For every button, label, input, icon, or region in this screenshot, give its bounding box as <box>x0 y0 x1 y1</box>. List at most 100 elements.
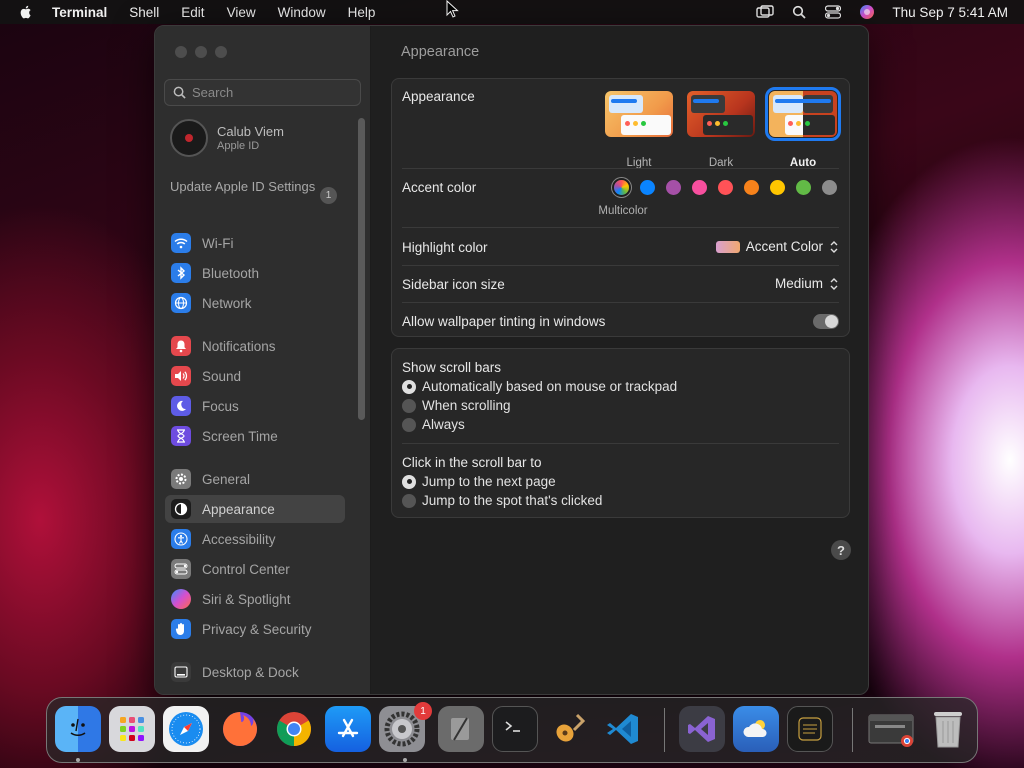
appearance-option-dark[interactable]: Dark <box>687 91 769 169</box>
dock-chrome[interactable] <box>271 706 317 752</box>
menu-clock[interactable]: Thu Sep 7 5:41 AM <box>892 5 1008 20</box>
screen-mirroring-icon[interactable] <box>756 4 775 20</box>
page-title: Appearance <box>401 44 480 60</box>
dock-vscode[interactable] <box>600 706 646 752</box>
accent-orange-swatch[interactable] <box>744 180 759 195</box>
profile-subtitle: Apple ID <box>217 140 260 152</box>
menu-shell[interactable]: Shell <box>129 5 159 20</box>
dock-shortcuts[interactable] <box>787 706 833 752</box>
menu-edit[interactable]: Edit <box>181 5 204 20</box>
sidebar: Calub Viem Apple ID Update Apple ID Sett… <box>155 26 371 694</box>
radio-unselected-icon <box>402 398 416 413</box>
dock-safari[interactable] <box>163 706 209 752</box>
accent-green-swatch[interactable] <box>796 180 811 195</box>
search-field[interactable] <box>164 79 361 106</box>
wallpaper-tinting-toggle[interactable] <box>813 314 839 329</box>
search-input[interactable] <box>192 85 352 100</box>
dock-garageband[interactable] <box>546 706 592 752</box>
sidebar-item-control-center[interactable]: Control Center <box>165 555 345 583</box>
finder-icon <box>70 718 86 737</box>
sidebar-item-focus[interactable]: Focus <box>165 392 345 420</box>
dock-minimized-chrome-window[interactable] <box>867 706 917 752</box>
avatar <box>170 119 208 157</box>
sidebar-item-network[interactable]: Network <box>165 289 345 317</box>
accent-multicolor-swatch[interactable] <box>614 180 629 195</box>
accent-purple-swatch[interactable] <box>666 180 681 195</box>
sidebar-item-notifications[interactable]: Notifications <box>165 332 345 360</box>
chevron-updown-icon <box>830 240 838 253</box>
dock-finder[interactable] <box>55 706 101 752</box>
accent-red-swatch[interactable] <box>718 180 733 195</box>
wifi-icon <box>171 233 191 253</box>
update-apple-id-item[interactable]: Update Apple ID Settings 1 <box>170 179 340 204</box>
terminal-prompt-icon <box>505 721 520 732</box>
scroll-bars-always-radio[interactable]: Always <box>402 417 465 432</box>
close-window-button[interactable] <box>175 46 187 58</box>
appearance-option-light[interactable]: Light <box>605 91 687 169</box>
chrome-icon <box>277 712 311 746</box>
control-center-icon[interactable] <box>824 4 842 20</box>
safari-compass-icon <box>169 712 203 746</box>
dock-weather[interactable] <box>733 706 779 752</box>
scroll-bars-automatic-radio[interactable]: Automatically based on mouse or trackpad <box>402 379 677 394</box>
menu-view[interactable]: View <box>227 5 256 20</box>
dark-mode-thumbnail <box>687 91 755 137</box>
dock-script-editor[interactable] <box>438 706 484 752</box>
cloud-icon <box>743 720 767 737</box>
minimize-window-button[interactable] <box>195 46 207 58</box>
sidebar-item-wifi[interactable]: Wi-Fi <box>165 229 345 257</box>
dock-firefox[interactable] <box>217 706 263 752</box>
radio-label: Automatically based on mouse or trackpad <box>422 379 678 394</box>
sidebar-item-screen-time[interactable]: Screen Time <box>165 422 345 450</box>
accent-blue-swatch[interactable] <box>640 180 655 195</box>
sidebar-item-label: Network <box>202 295 252 311</box>
apple-menu-icon[interactable] <box>18 4 34 20</box>
click-jump-next-page-radio[interactable]: Jump to the next page <box>402 474 556 489</box>
dock-trash[interactable] <box>925 706 971 752</box>
zoom-window-button[interactable] <box>215 46 227 58</box>
sidebar-item-sound[interactable]: Sound <box>165 362 345 390</box>
sidebar-item-privacy-security[interactable]: Privacy & Security <box>165 615 345 643</box>
sidebar-scrollbar[interactable] <box>358 118 365 420</box>
sidebar-item-desktop-dock[interactable]: Desktop & Dock <box>165 658 345 686</box>
dock-terminal[interactable] <box>492 706 538 752</box>
spotlight-search-icon[interactable] <box>790 4 808 20</box>
profile-name: Calub Viem <box>217 124 284 139</box>
sidebar-item-bluetooth[interactable]: Bluetooth <box>165 259 345 287</box>
accent-yellow-swatch[interactable] <box>770 180 785 195</box>
divider <box>402 265 839 266</box>
divider <box>402 227 839 228</box>
siri-icon[interactable] <box>858 4 876 20</box>
light-mode-thumbnail <box>605 91 673 137</box>
appearance-pane: Appearance Appearance Light Dark Auto Ac… <box>371 26 868 694</box>
menu-app-name[interactable]: Terminal <box>52 5 107 20</box>
menu-window[interactable]: Window <box>278 5 326 20</box>
click-scroll-bar-label: Click in the scroll bar to <box>402 455 542 470</box>
system-settings-window: Calub Viem Apple ID Update Apple ID Sett… <box>154 25 869 695</box>
appearance-options: Light Dark Auto <box>605 87 851 169</box>
accent-pink-swatch[interactable] <box>692 180 707 195</box>
dock-visual-studio[interactable] <box>679 706 725 752</box>
highlight-color-popup[interactable]: Accent Color <box>715 239 839 254</box>
menu-help[interactable]: Help <box>348 5 376 20</box>
sidebar-item-label: General <box>202 471 251 487</box>
hand-icon <box>171 619 191 639</box>
sidebar-icon-size-popup[interactable]: Medium <box>775 276 839 291</box>
scroll-bars-when-scrolling-radio[interactable]: When scrolling <box>402 398 511 413</box>
dock: 1 <box>46 697 978 763</box>
apple-id-profile[interactable]: Calub Viem Apple ID <box>170 119 284 157</box>
dock-app-store[interactable] <box>325 706 371 752</box>
accent-selected-label: Multicolor <box>598 205 648 217</box>
sidebar-item-siri-spotlight[interactable]: Siri & Spotlight <box>165 585 345 613</box>
help-button[interactable]: ? <box>831 540 851 560</box>
dock-launchpad[interactable] <box>109 706 155 752</box>
click-jump-to-spot-radio[interactable]: Jump to the spot that's clicked <box>402 493 602 508</box>
accent-graphite-swatch[interactable] <box>822 180 837 195</box>
appearance-option-auto[interactable]: Auto <box>765 87 851 169</box>
sidebar-item-appearance[interactable]: Appearance <box>165 495 345 523</box>
bell-icon <box>171 336 191 356</box>
sidebar-item-accessibility[interactable]: Accessibility <box>165 525 345 553</box>
appearance-icon <box>171 499 191 519</box>
settings-notification-badge: 1 <box>414 702 432 720</box>
sidebar-item-general[interactable]: General <box>165 465 345 493</box>
